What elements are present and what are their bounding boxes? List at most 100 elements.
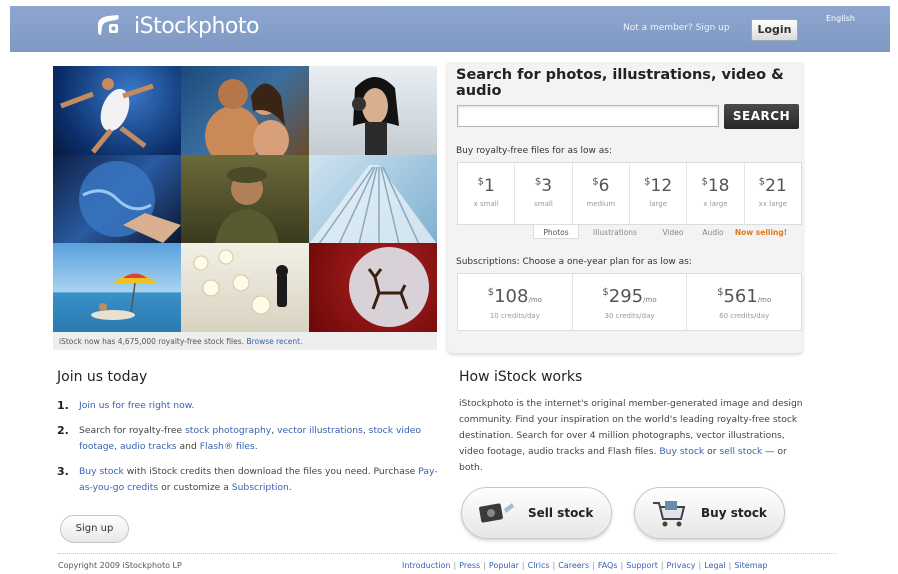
tab-video[interactable]: Video: [651, 225, 695, 239]
subscription-item[interactable]: $561/mo 60 credits/day: [687, 274, 801, 330]
subscription-amount: $108/mo: [487, 286, 542, 307]
camera-icon: [476, 497, 516, 529]
buy-stock-label: Buy stock: [701, 506, 767, 520]
price-item[interactable]: $18 x large: [687, 163, 745, 224]
brand-name: iStockphoto: [134, 13, 259, 39]
photo-tile-chess[interactable]: [181, 243, 309, 332]
price-amount: $1: [477, 176, 495, 196]
how-buy-stock-link[interactable]: Buy stock: [659, 446, 704, 457]
hero-caption: iStock now has 4,675,000 royalty-free st…: [53, 332, 437, 350]
price-item[interactable]: $21 xx large: [745, 163, 801, 224]
price-list: $1 x small $3 small $6 medium $12 large …: [457, 162, 802, 225]
price-amount: $3: [534, 176, 553, 196]
top-header: iStockphoto Not a member? Sign up Login …: [10, 6, 890, 52]
price-item[interactable]: $6 medium: [573, 163, 630, 224]
photo-tile-deer-moon[interactable]: [309, 243, 437, 332]
subscription-list: $108/mo 10 credits/day $295/mo 30 credit…: [457, 273, 802, 331]
price-size: large: [649, 200, 668, 208]
subscription-amount: $295/mo: [602, 286, 657, 307]
copyright-text: Copyright 2009 iStockphoto LP: [58, 561, 182, 570]
footer-links: Introduction | Press | Popular | Clrics | Ca…: [402, 561, 768, 570]
search-panel: Search for photos, illustrations, video …: [447, 62, 803, 353]
hero-photo-grid: [53, 66, 437, 332]
now-selling-badge[interactable]: Now selling!: [731, 225, 791, 239]
join-step-2: 2. Search for royalty-free stock photogr…: [57, 423, 442, 455]
sell-stock-button[interactable]: Sell stock: [461, 487, 612, 539]
step-text: Search for royalty-free stock photograph…: [79, 425, 422, 452]
step-number: 3.: [57, 465, 69, 478]
footer-link-privacy[interactable]: Privacy: [667, 561, 696, 570]
vector-illustrations-link[interactable]: vector illustrations: [277, 425, 363, 436]
search-title: Search for photos, illustrations, video …: [456, 67, 784, 99]
footer-link-careers[interactable]: Careers: [558, 561, 589, 570]
how-title: How iStock works: [459, 369, 583, 385]
tab-photos[interactable]: Photos: [533, 225, 579, 239]
footer-link-introduction[interactable]: Introduction: [402, 561, 450, 570]
photo-tile-beach[interactable]: [53, 243, 181, 332]
price-size: medium: [586, 200, 616, 208]
price-amount: $21: [758, 176, 787, 196]
subscription-credits: 60 credits/day: [719, 312, 770, 320]
tab-audio[interactable]: Audio: [695, 225, 731, 239]
subscription-item[interactable]: $295/mo 30 credits/day: [573, 274, 688, 330]
footer-link-press[interactable]: Press: [459, 561, 480, 570]
join-step-1: 1. Join us for free right now.: [57, 398, 442, 414]
login-button[interactable]: Login: [751, 19, 798, 41]
stock-photography-link[interactable]: stock photography: [185, 425, 271, 436]
buy-stock-button[interactable]: Buy stock: [634, 487, 785, 539]
step-text: Join us for free right now.: [79, 398, 194, 414]
buy-stock-link[interactable]: Buy stock: [79, 466, 124, 477]
join-step-3: 3. Buy stock with iStock credits then do…: [57, 464, 442, 496]
photo-tile-headphones[interactable]: [309, 66, 437, 155]
photo-tile-couple[interactable]: [181, 66, 309, 155]
footer-link-faqs[interactable]: FAQs: [598, 561, 618, 570]
search-input[interactable]: [457, 105, 719, 127]
price-size: x large: [703, 200, 728, 208]
tab-illustrations[interactable]: Illustrations: [579, 225, 651, 239]
buy-files-label: Buy royalty-free files for as low as:: [456, 146, 612, 156]
price-amount: $12: [644, 176, 673, 196]
footer-link-clrics[interactable]: Clrics: [528, 561, 550, 570]
how-sell-stock-link[interactable]: sell stock: [719, 446, 762, 457]
footer-link-legal[interactable]: Legal: [704, 561, 725, 570]
how-description: iStockphoto is the internet's original m…: [459, 398, 803, 473]
subscription-link[interactable]: Subscription: [232, 482, 289, 493]
file-type-tabs: Photos Illustrations Video Audio Now sel…: [533, 225, 802, 239]
camera-logo-icon: [96, 13, 126, 39]
price-size: x small: [473, 200, 499, 208]
footer-link-support[interactable]: Support: [626, 561, 658, 570]
sell-stock-label: Sell stock: [528, 506, 594, 520]
photo-tile-soldier[interactable]: [181, 154, 309, 244]
audio-tracks-link[interactable]: audio tracks: [120, 441, 177, 452]
flash-files-link[interactable]: Flash® files: [200, 441, 255, 452]
step-number: 1.: [57, 399, 69, 412]
language-selector[interactable]: English: [826, 14, 855, 23]
subscription-credits: 10 credits/day: [489, 312, 540, 320]
photo-tile-dancer[interactable]: [53, 66, 181, 155]
subscription-amount: $561/mo: [717, 286, 772, 307]
search-button[interactable]: SEARCH: [724, 104, 799, 129]
subscriptions-label: Subscriptions: Choose a one-year plan fo…: [456, 257, 692, 267]
signup-button[interactable]: Sign up: [60, 515, 129, 543]
join-steps: 1. Join us for free right now. 2. Search…: [57, 398, 442, 505]
photo-tile-globe[interactable]: [53, 154, 181, 244]
step-text: Buy stock with iStock credits then downl…: [79, 466, 438, 493]
join-free-link[interactable]: Join us for free right now.: [79, 400, 194, 411]
brand-logo[interactable]: iStockphoto: [96, 13, 259, 39]
footer-divider: [58, 553, 836, 554]
join-title: Join us today: [57, 369, 148, 385]
browse-recent-link[interactable]: Browse recent.: [246, 337, 302, 346]
price-item[interactable]: $12 large: [630, 163, 688, 224]
signup-prompt-link[interactable]: Not a member? Sign up: [623, 23, 730, 33]
price-amount: $6: [592, 176, 610, 196]
footer-link-popular[interactable]: Popular: [489, 561, 519, 570]
step-number: 2.: [57, 424, 69, 437]
footer-link-sitemap[interactable]: Sitemap: [734, 561, 767, 570]
shopping-cart-icon: [649, 497, 689, 529]
photo-tile-architecture[interactable]: [309, 154, 437, 244]
subscription-item[interactable]: $108/mo 10 credits/day: [458, 274, 573, 330]
price-item[interactable]: $3 small: [515, 163, 573, 224]
file-count-text: iStock now has 4,675,000 royalty-free st…: [59, 337, 245, 346]
price-size: small: [534, 200, 553, 208]
price-item[interactable]: $1 x small: [458, 163, 516, 224]
